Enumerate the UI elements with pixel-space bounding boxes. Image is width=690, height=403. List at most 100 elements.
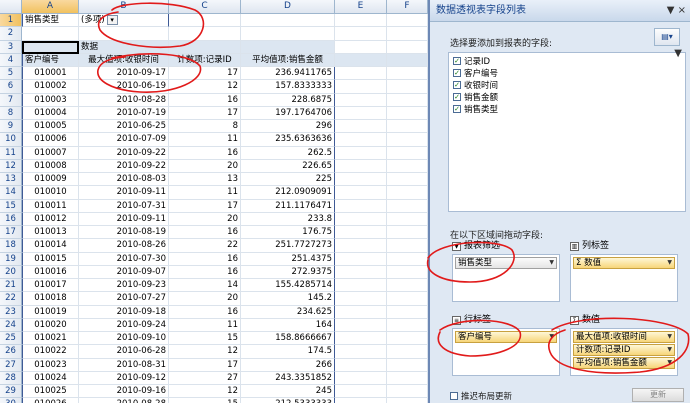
field-item[interactable]: ✓ 记录ID bbox=[453, 55, 681, 67]
cell[interactable] bbox=[335, 133, 387, 147]
cell[interactable] bbox=[335, 385, 387, 399]
column-header-f[interactable]: F bbox=[387, 0, 428, 13]
field-item[interactable]: ✓ 客户编号 bbox=[453, 67, 681, 79]
pivot-data-cell[interactable]: 2010-08-03 bbox=[79, 173, 169, 187]
cell[interactable] bbox=[335, 318, 387, 332]
pivot-header-cell[interactable]: 客户编号 bbox=[22, 53, 79, 67]
cell[interactable] bbox=[387, 159, 428, 173]
pivot-data-cell[interactable]: 212.0909091 bbox=[241, 186, 335, 200]
row-header[interactable]: 21 bbox=[0, 279, 22, 293]
values-pill-count-id[interactable]: 计数项:记录ID ▼ bbox=[573, 344, 675, 356]
cell[interactable] bbox=[335, 159, 387, 173]
cell[interactable] bbox=[387, 358, 428, 372]
pivot-data-cell[interactable]: 211.1176471 bbox=[241, 199, 335, 213]
column-header-c[interactable]: C bbox=[169, 0, 241, 13]
pivot-data-cell[interactable]: 12 bbox=[169, 385, 241, 399]
pivot-data-cell[interactable]: 010006 bbox=[22, 133, 79, 147]
row-header[interactable]: 10 bbox=[0, 133, 22, 147]
pivot-data-cell[interactable]: 17 bbox=[169, 358, 241, 372]
field-item[interactable]: ✓ 收银时间 bbox=[453, 79, 681, 91]
pivot-data-cell[interactable]: 226.65 bbox=[241, 159, 335, 173]
pivot-data-cell[interactable]: 010008 bbox=[22, 159, 79, 173]
pivot-data-cell[interactable]: 010012 bbox=[22, 212, 79, 226]
update-button[interactable]: 更新 bbox=[632, 388, 684, 402]
pivot-data-cell[interactable]: 12 bbox=[169, 80, 241, 94]
pivot-header-cell[interactable]: 最大值项:收银时间 bbox=[79, 53, 169, 67]
cell[interactable] bbox=[387, 199, 428, 213]
cell[interactable] bbox=[335, 398, 387, 403]
row-header[interactable]: 2 bbox=[0, 27, 22, 41]
pivot-data-cell[interactable]: 2010-09-12 bbox=[79, 371, 169, 385]
pivot-data-cell[interactable]: 20 bbox=[169, 159, 241, 173]
cell[interactable] bbox=[387, 265, 428, 279]
pivot-data-cell[interactable]: 12 bbox=[169, 345, 241, 359]
pivot-data-cell[interactable]: 010015 bbox=[22, 252, 79, 266]
cell[interactable] bbox=[169, 40, 241, 54]
cell[interactable] bbox=[169, 27, 241, 41]
pivot-data-cell[interactable]: 197.1764706 bbox=[241, 106, 335, 120]
pivot-data-cell[interactable]: 2010-08-26 bbox=[79, 239, 169, 253]
cell[interactable] bbox=[335, 305, 387, 319]
row-header[interactable]: 25 bbox=[0, 332, 22, 346]
filter-icon[interactable]: ▼ bbox=[674, 48, 682, 59]
cell[interactable] bbox=[335, 332, 387, 346]
cell[interactable] bbox=[335, 27, 387, 41]
row-header[interactable]: 18 bbox=[0, 239, 22, 253]
pivot-data-cell[interactable]: 2010-07-27 bbox=[79, 292, 169, 306]
pivot-data-cell[interactable]: 2010-09-22 bbox=[79, 146, 169, 160]
cell[interactable] bbox=[387, 53, 428, 67]
cell[interactable]: (多项) ▾ bbox=[79, 14, 169, 28]
row-header[interactable]: 20 bbox=[0, 265, 22, 279]
pivot-data-cell[interactable]: 16 bbox=[169, 305, 241, 319]
pivot-data-cell[interactable]: 251.4375 bbox=[241, 252, 335, 266]
row-header[interactable]: 7 bbox=[0, 93, 22, 107]
report-filter-box[interactable]: 销售类型 ▼ bbox=[452, 254, 560, 302]
column-header-a[interactable]: A bbox=[22, 0, 79, 13]
pivot-data-cell[interactable]: 2010-07-09 bbox=[79, 133, 169, 147]
pivot-data-cell[interactable]: 010011 bbox=[22, 199, 79, 213]
row-header[interactable]: 1 bbox=[0, 14, 22, 28]
pivot-data-cell[interactable]: 2010-09-16 bbox=[79, 385, 169, 399]
row-header[interactable]: 28 bbox=[0, 371, 22, 385]
cell[interactable] bbox=[335, 93, 387, 107]
cell[interactable] bbox=[387, 120, 428, 134]
pivot-data-cell[interactable]: 2010-09-11 bbox=[79, 186, 169, 200]
pivot-data-cell[interactable]: 010021 bbox=[22, 332, 79, 346]
cell[interactable] bbox=[335, 186, 387, 200]
field-checkbox[interactable]: ✓ bbox=[453, 105, 461, 113]
pivot-data-cell[interactable]: 010010 bbox=[22, 186, 79, 200]
cell[interactable] bbox=[79, 27, 169, 41]
pivot-data-cell[interactable]: 17 bbox=[169, 106, 241, 120]
row-header[interactable]: 12 bbox=[0, 159, 22, 173]
pivot-data-cell[interactable]: 010004 bbox=[22, 106, 79, 120]
pivot-data-cell[interactable]: 13 bbox=[169, 173, 241, 187]
page-filter-label[interactable]: 销售类型 bbox=[22, 14, 79, 28]
cell[interactable] bbox=[387, 14, 428, 28]
pivot-data-cell[interactable]: 010018 bbox=[22, 292, 79, 306]
pivot-data-cell[interactable]: 2010-09-17 bbox=[79, 67, 169, 81]
cell[interactable] bbox=[387, 80, 428, 94]
row-header[interactable]: 11 bbox=[0, 146, 22, 160]
pivot-data-cell[interactable]: 235.6363636 bbox=[241, 133, 335, 147]
cell[interactable] bbox=[387, 93, 428, 107]
cell[interactable] bbox=[335, 292, 387, 306]
pivot-data-cell[interactable]: 11 bbox=[169, 133, 241, 147]
pivot-data-cell[interactable]: 2010-07-31 bbox=[79, 199, 169, 213]
row-header[interactable]: 22 bbox=[0, 292, 22, 306]
values-pill-max-time[interactable]: 最大值项:收银时间 ▼ bbox=[573, 331, 675, 343]
row-header[interactable]: 15 bbox=[0, 199, 22, 213]
pivot-data-cell[interactable]: 155.4285714 bbox=[241, 279, 335, 293]
pivot-data-cell[interactable]: 296 bbox=[241, 120, 335, 134]
panel-close-controls[interactable]: ▼ × bbox=[667, 0, 686, 22]
cell[interactable] bbox=[22, 27, 79, 41]
cell[interactable] bbox=[387, 226, 428, 240]
report-filter-pill[interactable]: 销售类型 ▼ bbox=[455, 257, 557, 269]
pivot-data-cell[interactable]: 010020 bbox=[22, 318, 79, 332]
row-header[interactable]: 30 bbox=[0, 398, 22, 403]
pivot-data-cell[interactable]: 16 bbox=[169, 93, 241, 107]
cell[interactable] bbox=[241, 14, 335, 28]
pivot-data-cell[interactable]: 010025 bbox=[22, 385, 79, 399]
pivot-data-cell[interactable]: 27 bbox=[169, 371, 241, 385]
filter-funnel-icon[interactable]: ▾ bbox=[106, 14, 118, 25]
cell[interactable] bbox=[335, 239, 387, 253]
